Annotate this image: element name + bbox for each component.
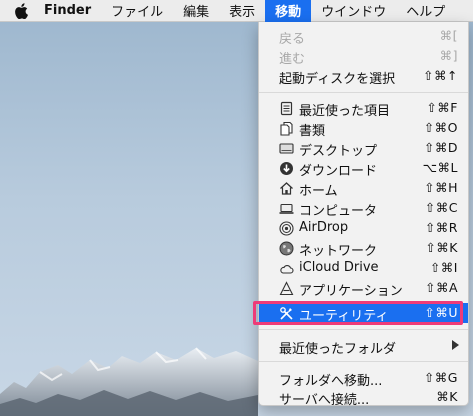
menu-item-computer[interactable]: コンピュータ ⇧⌘C	[259, 198, 468, 219]
menu-item-desktop[interactable]: デスクトップ ⇧⌘D	[259, 138, 468, 159]
apple-menu[interactable]	[0, 0, 40, 22]
menu-item-shortcut: ⇧⌘H	[424, 180, 458, 195]
computer-icon	[279, 203, 294, 214]
menu-item-shortcut: ⇧⌘I	[429, 260, 458, 275]
menu-item-shortcut: ⇧⌘U	[424, 305, 458, 320]
submenu-arrow-icon	[452, 340, 459, 350]
applications-icon	[279, 281, 294, 296]
menu-app-finder[interactable]: Finder	[40, 0, 101, 22]
menu-edit[interactable]: 編集	[173, 0, 219, 22]
menu-item-forward[interactable]: 進む ⌘]	[259, 46, 468, 67]
menu-item-shortcut: ⇧⌘↑	[423, 68, 458, 83]
utilities-tools-icon	[280, 307, 293, 320]
menu-divider	[259, 92, 468, 93]
menu-item-label: アプリケーション	[299, 284, 403, 299]
icloud-cloud-icon	[280, 264, 294, 274]
network-globe-icon	[279, 241, 294, 256]
menu-item-home[interactable]: ホーム ⇧⌘H	[259, 178, 468, 199]
documents-icon	[280, 121, 293, 136]
menu-item-label: iCloud Drive	[299, 260, 379, 275]
menu-item-label: ネットワーク	[299, 244, 378, 259]
menu-item-shortcut: ⇧⌘O	[423, 120, 458, 135]
go-menu-dropdown: 戻る ⌘[ 進む ⌘] 起動ディスクを選択 ⇧⌘↑ 最近使った項目 ⇧⌘F 書類…	[258, 22, 469, 408]
menu-item-shortcut: ⇧⌘A	[424, 280, 458, 295]
menu-help[interactable]: ヘルプ	[396, 0, 455, 22]
menu-file[interactable]: ファイル	[101, 0, 173, 22]
menu-item-shortcut: ⇧⌘K	[425, 240, 458, 255]
airdrop-icon	[279, 221, 294, 236]
menu-item-network[interactable]: ネットワーク ⇧⌘K	[259, 238, 468, 259]
menu-bar: Finder ファイル 編集 表示 移動 ウインドウ ヘルプ	[0, 0, 473, 22]
menu-item-label: コンピュータ	[299, 204, 378, 219]
menu-item-go-to-folder[interactable]: フォルダへ移動... ⇧⌘G	[259, 368, 468, 389]
menu-item-shortcut: ⌘[	[439, 28, 458, 43]
menu-item-shortcut: ⌘K	[436, 389, 458, 404]
home-icon	[280, 182, 293, 195]
menu-item-utilities[interactable]: ユーティリティ ⇧⌘U	[259, 303, 468, 324]
menu-item-shortcut: ⇧⌘G	[423, 370, 458, 385]
menu-item-label: 起動ディスクを選択	[279, 72, 396, 87]
menu-item-connect-to-server[interactable]: サーバへ接続... ⌘K	[259, 387, 468, 408]
menu-item-recents[interactable]: 最近使った項目 ⇧⌘F	[259, 98, 468, 119]
menu-window[interactable]: ウインドウ	[311, 0, 396, 22]
menu-item-shortcut: ⇧⌘D	[423, 140, 458, 155]
menu-view[interactable]: 表示	[219, 0, 265, 22]
menu-item-shortcut: ⇧⌘R	[424, 220, 458, 235]
menu-item-shortcut: ⇧⌘F	[426, 100, 458, 115]
menu-item-label: サーバへ接続...	[279, 393, 370, 408]
menu-item-recent-folders[interactable]: 最近使ったフォルダ	[259, 336, 468, 357]
menu-item-icloud-drive[interactable]: iCloud Drive ⇧⌘I	[259, 258, 468, 278]
menu-item-label: 最近使ったフォルダ	[279, 342, 397, 357]
menu-go[interactable]: 移動	[265, 0, 312, 22]
menu-item-downloads[interactable]: ダウンロード ⌥⌘L	[259, 158, 468, 179]
downloads-icon	[280, 162, 293, 175]
menu-item-label: 進む	[279, 52, 306, 67]
menu-item-back[interactable]: 戻る ⌘[	[259, 26, 468, 47]
recents-icon	[280, 101, 293, 116]
menu-item-shortcut: ⌘]	[439, 48, 458, 63]
apple-logo-icon	[15, 2, 28, 19]
menu-item-documents[interactable]: 書類 ⇧⌘O	[259, 118, 468, 139]
menu-item-startup-disk[interactable]: 起動ディスクを選択 ⇧⌘↑	[259, 66, 468, 87]
menu-item-shortcut: ⇧⌘C	[424, 200, 458, 215]
menu-item-airdrop[interactable]: AirDrop ⇧⌘R	[259, 218, 468, 238]
menu-item-label: AirDrop	[299, 220, 349, 235]
menu-item-shortcut: ⌥⌘L	[422, 160, 458, 175]
menu-item-label: ダウンロード	[299, 164, 378, 179]
menu-item-label: デスクトップ	[299, 144, 378, 159]
menu-item-label: 戻る	[279, 32, 306, 47]
menu-item-label: 最近使った項目	[299, 104, 391, 119]
menu-item-label: ユーティリティ	[299, 309, 389, 324]
menu-divider	[259, 329, 468, 330]
menu-item-label: 書類	[299, 124, 326, 139]
menu-item-label: ホーム	[299, 184, 338, 199]
desktop-icon	[279, 143, 294, 154]
menu-item-applications[interactable]: アプリケーション ⇧⌘A	[259, 278, 468, 299]
menu-divider	[259, 361, 468, 362]
